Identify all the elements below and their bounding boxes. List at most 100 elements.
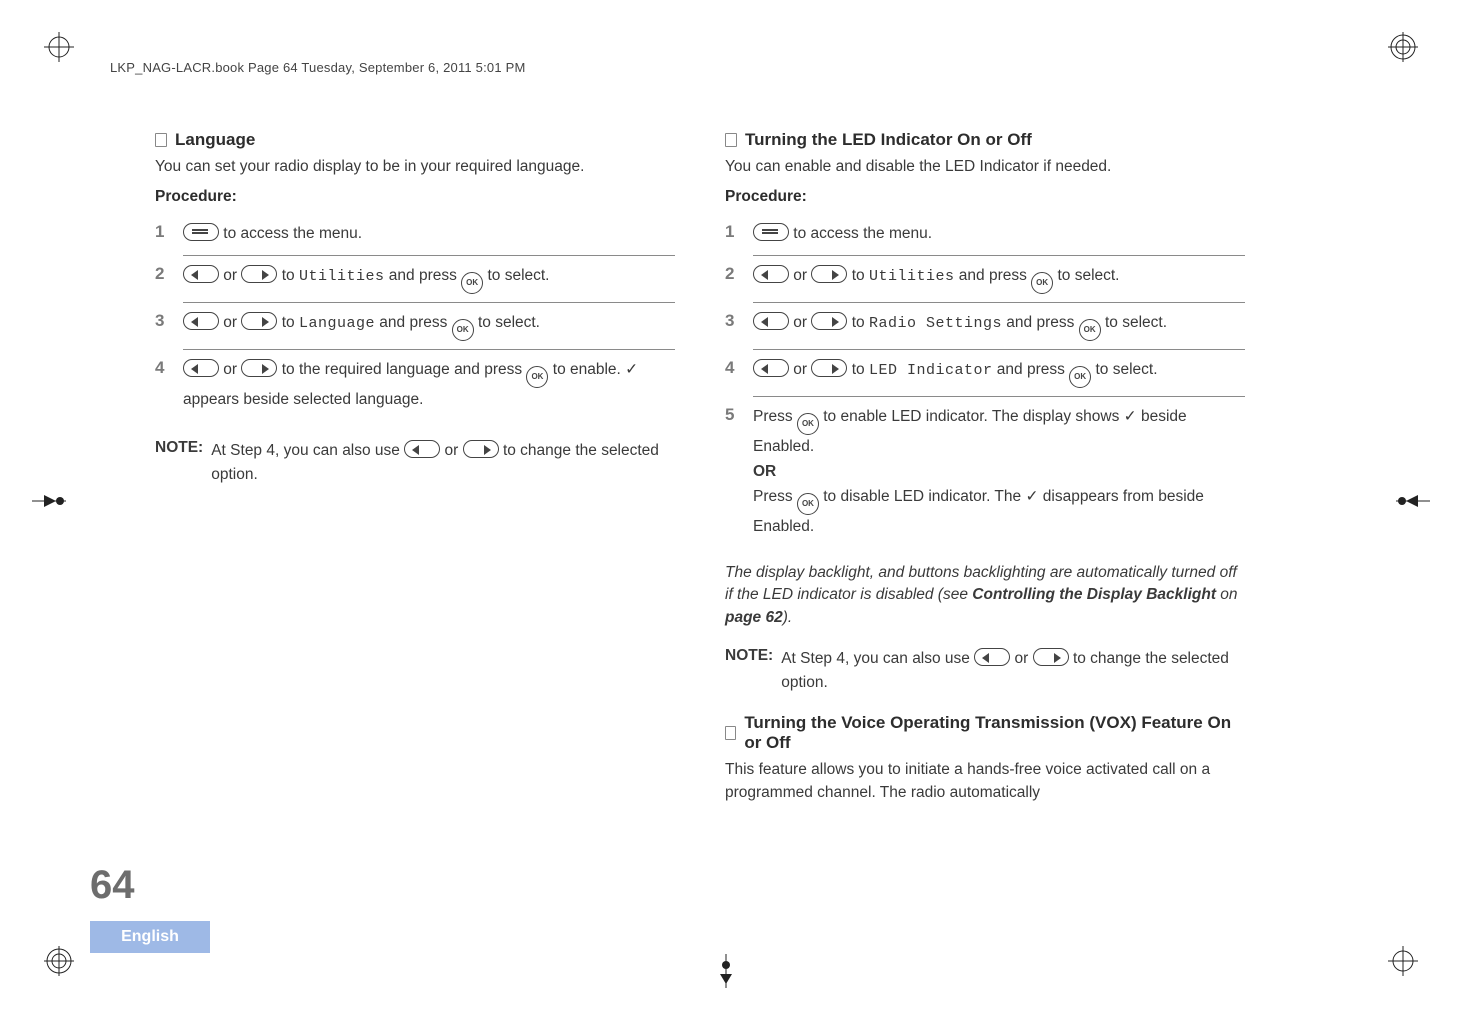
right-arrow-icon [811,265,847,283]
registration-mark-icon [1388,946,1418,981]
intro-text: You can set your radio display to be in … [155,156,675,178]
right-arrow-icon [1033,648,1069,666]
step-row: 5 Press to enable LED indicator. The dis… [725,397,1245,548]
menu-button-icon [753,223,789,241]
menu-path: Language [299,315,375,332]
step-body: or to Radio Settings and press to select… [753,303,1245,350]
note: NOTE: At Step 4, you can also use or to … [725,647,1245,695]
right-arrow-icon [811,359,847,377]
step-body: or to Utilities and press to select. [753,256,1245,303]
checkmark-icon: ✓ [1025,488,1038,505]
note-label: NOTE: [155,439,203,487]
registration-mark-icon [44,32,74,67]
document-icon [725,133,737,147]
right-column: Turning the LED Indicator On or Off You … [725,130,1245,923]
page-number-container: 64 [90,863,135,908]
section-title-text: Turning the Voice Operating Transmission… [744,713,1245,753]
checkmark-icon: ✓ [1124,408,1137,425]
step-row: 3 or to Radio Settings and press to sele… [725,303,1245,350]
registration-mark-icon [1396,490,1430,517]
ok-button-icon [1069,366,1091,388]
procedure-steps: 1 to access the menu. 2 or to Utilities … [155,214,675,421]
page-number: 64 [90,863,135,908]
left-arrow-icon [183,312,219,330]
note-text: At Step 4, you can also use or to change… [211,439,675,487]
registration-mark-icon [32,490,66,517]
step-row: 4 or to LED Indicator and press to selec… [725,350,1245,397]
right-arrow-icon [241,265,277,283]
ok-button-icon [797,413,819,435]
page-header: LKP_NAG-LACR.book Page 64 Tuesday, Septe… [110,60,525,75]
procedure-label: Procedure: [155,188,675,206]
intro-text: This feature allows you to initiate a ha… [725,759,1245,804]
ok-button-icon [1031,272,1053,294]
note-text: At Step 4, you can also use or to change… [781,647,1245,695]
step-row: 4 or to the required language and press … [155,350,675,421]
menu-path: LED Indicator [869,362,993,379]
note: NOTE: At Step 4, you can also use or to … [155,439,675,487]
ok-button-icon [797,493,819,515]
left-arrow-icon [753,312,789,330]
right-arrow-icon [811,312,847,330]
section-title-led: Turning the LED Indicator On or Off [725,130,1245,150]
step-row: 2 or to Utilities and press to select. [155,256,675,303]
left-column: Language You can set your radio display … [155,130,675,923]
or-label: OR [753,463,776,480]
section-title-text: Language [175,130,255,150]
step-body: or to Language and press to select. [183,303,675,350]
step-body: or to Utilities and press to select. [183,256,675,303]
step-number: 1 [155,214,183,255]
menu-path: Utilities [299,268,385,285]
ok-button-icon [1079,319,1101,341]
menu-path: Radio Settings [869,315,1002,332]
ok-button-icon [452,319,474,341]
content-area: Language You can set your radio display … [155,130,1307,923]
step-body: Press to enable LED indicator. The displ… [753,397,1245,548]
left-arrow-icon [183,359,219,377]
intro-text: You can enable and disable the LED Indic… [725,156,1245,178]
page-ref: page 62 [725,609,783,626]
step-body: or to LED Indicator and press to select. [753,350,1245,397]
step-number: 2 [155,256,183,303]
registration-mark-icon [1388,32,1418,67]
document-icon [725,726,736,740]
left-arrow-icon [974,648,1010,666]
right-arrow-icon [241,359,277,377]
step-number: 3 [725,303,753,350]
language-label: English [121,928,179,946]
step-body: to access the menu. [753,214,1245,255]
step-row: 2 or to Utilities and press to select. [725,256,1245,303]
step-number: 4 [155,350,183,421]
left-arrow-icon [753,359,789,377]
step-row: 3 or to Language and press to select. [155,303,675,350]
menu-button-icon [183,223,219,241]
ok-button-icon [461,272,483,294]
left-arrow-icon [183,265,219,283]
step-body: to access the menu. [183,214,675,255]
italic-note: The display backlight, and buttons backl… [725,562,1245,629]
procedure-steps: 1 to access the menu. 2 or to Utilities … [725,214,1245,547]
step-number: 1 [725,214,753,255]
step-row: 1 to access the menu. [155,214,675,255]
step-number: 2 [725,256,753,303]
ok-button-icon [526,366,548,388]
step-number: 5 [725,397,753,548]
document-page: LKP_NAG-LACR.book Page 64 Tuesday, Septe… [0,0,1462,1013]
checkmark-icon: ✓ [625,361,638,378]
step-row: 1 to access the menu. [725,214,1245,255]
document-icon [155,133,167,147]
language-bar: English [90,921,210,953]
step-body: or to the required language and press to… [183,350,675,421]
right-arrow-icon [463,440,499,458]
left-arrow-icon [753,265,789,283]
right-arrow-icon [241,312,277,330]
step-number: 3 [155,303,183,350]
registration-mark-icon [715,954,737,993]
note-label: NOTE: [725,647,773,695]
section-title-text: Turning the LED Indicator On or Off [745,130,1032,150]
section-title-language: Language [155,130,675,150]
step-number: 4 [725,350,753,397]
procedure-label: Procedure: [725,188,1245,206]
left-arrow-icon [404,440,440,458]
section-title-vox: Turning the Voice Operating Transmission… [725,713,1245,753]
